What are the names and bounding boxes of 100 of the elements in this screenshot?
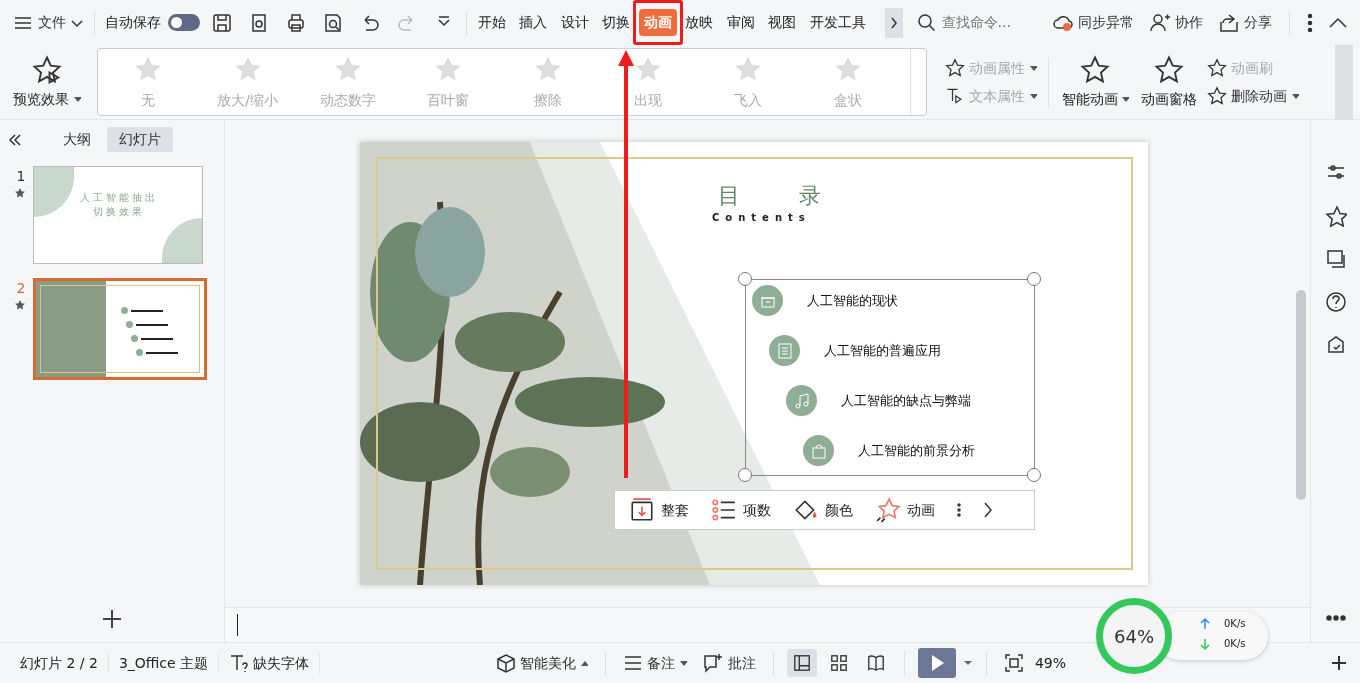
more-icon[interactable]: [957, 503, 961, 517]
ribbon-tab[interactable]: 设计: [555, 9, 594, 36]
bullet-icon: [769, 335, 800, 366]
autosave-toggle[interactable]: [167, 14, 200, 31]
animation-star-icon: [13, 187, 26, 199]
preview-effect-button[interactable]: 预览效果: [7, 54, 87, 110]
share-icon: [1218, 11, 1240, 34]
font-question-icon: [229, 653, 250, 673]
notes-icon: [622, 653, 643, 673]
quick-style-button[interactable]: 颜色: [793, 497, 853, 523]
star-brush-icon: [1207, 58, 1227, 78]
bullet-icon: [803, 435, 834, 466]
cube-icon: [495, 653, 516, 673]
quick-style-button[interactable]: 项数: [711, 497, 771, 523]
download-box-icon: [629, 497, 655, 523]
contents-item: 人工智能的普遍应用: [824, 341, 941, 360]
list-icon: [711, 497, 737, 523]
animation-tool-button[interactable]: 智能动画: [1055, 54, 1135, 110]
caret-up-icon: [579, 659, 588, 667]
text-cursor: [237, 614, 238, 636]
play-button[interactable]: [917, 648, 956, 678]
resize-handle[interactable]: [738, 272, 752, 286]
scrollbar[interactable]: [1296, 290, 1306, 500]
collapse-icon: [7, 132, 23, 147]
star-motion-icon: [1154, 54, 1184, 85]
thumbnail-item: [125, 321, 168, 328]
star-icon: [1324, 205, 1347, 227]
up-arrow-icon: [1200, 617, 1210, 631]
caret-down-icon: [1121, 95, 1129, 103]
stacked-stars-icon: [1080, 54, 1111, 85]
animation-tool-button[interactable]: 删除动画: [1203, 85, 1303, 107]
grid-view-icon: [829, 653, 848, 673]
toolbar-action[interactable]: 协作: [1145, 11, 1207, 34]
status-text[interactable]: 缺失字体: [252, 652, 309, 674]
help-icon: [1324, 291, 1347, 313]
add-user-icon: [1149, 11, 1171, 34]
thumbnail-item: [120, 307, 163, 314]
search-field[interactable]: 查找命令...: [916, 11, 1037, 34]
chevron-right-icon: [888, 15, 899, 30]
panel-tab[interactable]: 幻灯片: [106, 127, 173, 152]
contents-item: 人工智能的缺点与弊端: [841, 391, 971, 410]
slide-number: 2: [15, 279, 26, 298]
toolbar-action[interactable]: 分享: [1214, 11, 1276, 34]
caret-down-icon: [1291, 92, 1299, 100]
contents-item: 人工智能的前景分析: [858, 441, 975, 460]
resize-handle[interactable]: [1027, 468, 1041, 482]
view-button[interactable]: [786, 649, 817, 677]
zoom-level[interactable]: 49%: [1034, 652, 1066, 674]
notes-button[interactable]: 备注: [618, 652, 691, 674]
caret-down-icon: [1028, 92, 1037, 100]
quick-style-button[interactable]: 整套: [629, 497, 689, 523]
smart-beautify-button[interactable]: 智能美化: [491, 652, 592, 674]
more-icon: [1307, 12, 1313, 33]
normal-view-icon: [792, 653, 811, 673]
chevron-right-icon: [983, 501, 993, 519]
more-vertical-icon: [957, 503, 961, 517]
ribbon-tab[interactable]: 插入: [514, 9, 552, 36]
plus-icon: [1332, 656, 1346, 670]
animation-star-icon: [13, 299, 26, 311]
star-delete-icon: [1207, 86, 1227, 106]
caret-down-icon: [72, 95, 81, 103]
reading-view-icon: [866, 653, 885, 673]
animation-tool-button[interactable]: 动画窗格: [1135, 54, 1203, 110]
thumbnail-title: 切 换 效 果: [91, 205, 144, 219]
ribbon-tab[interactable]: 放映: [680, 9, 718, 36]
memory-percent: 64%: [1114, 624, 1154, 649]
toolbar-action[interactable]: 同步异常: [1048, 11, 1138, 34]
save-icon: [210, 11, 233, 34]
fit-icon: [1003, 653, 1024, 673]
file-menu[interactable]: 文件: [8, 12, 88, 33]
ribbon-tab[interactable]: 视图: [763, 9, 801, 36]
comment-button[interactable]: 批注: [697, 652, 760, 674]
down-arrow-icon: [1200, 637, 1210, 651]
slide-number: 1: [15, 167, 26, 186]
play-icon: [929, 654, 944, 672]
panel-tab[interactable]: 大纲: [51, 127, 103, 152]
ribbon-tab[interactable]: 开始: [472, 9, 511, 36]
comment-plus-icon: [701, 652, 724, 674]
star-play-icon: [31, 54, 62, 85]
autosave-label: 自动保存: [104, 13, 161, 32]
quick-style-button[interactable]: 动画: [875, 497, 935, 523]
contents-item: 人工智能的现状: [807, 291, 898, 310]
bullet-icon: [786, 385, 817, 416]
slide-thumbnail[interactable]: [32, 278, 207, 380]
download-speed: 0K/s: [1224, 637, 1246, 651]
plus-icon: [102, 609, 122, 629]
thumbnail-item: [135, 349, 178, 356]
ribbon-tab[interactable]: 切换: [597, 9, 635, 36]
upload-speed: 0K/s: [1224, 617, 1246, 631]
caret-down-icon: [1028, 64, 1037, 72]
caret-down-icon: [678, 659, 687, 667]
selection-frame[interactable]: [745, 279, 1035, 476]
more-horizontal-icon: [1325, 614, 1346, 622]
scroll-tabs-button[interactable]: [884, 7, 903, 38]
ribbon-tab[interactable]: 开发工具: [804, 9, 871, 36]
resize-handle[interactable]: [1027, 272, 1041, 286]
status-text: 幻灯片 2 / 2: [20, 653, 98, 673]
window-icon: [1324, 248, 1347, 270]
status-text[interactable]: 3_Office 主题: [118, 652, 209, 674]
ribbon-tab[interactable]: 审阅: [721, 9, 760, 36]
